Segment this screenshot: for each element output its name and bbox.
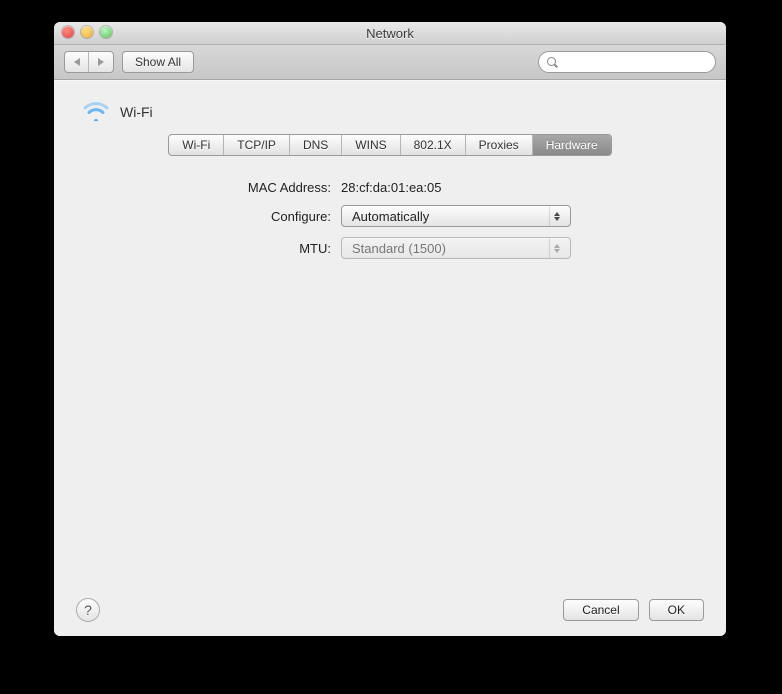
show-all-button[interactable]: Show All: [122, 51, 194, 73]
tab-wins[interactable]: WINS: [342, 135, 400, 155]
hardware-tabs: Wi-Fi TCP/IP DNS WINS 802.1X Proxies Har…: [168, 134, 611, 156]
tab-hardware[interactable]: Hardware: [533, 135, 611, 155]
mac-address-label: MAC Address:: [76, 180, 331, 195]
search-field[interactable]: [538, 51, 716, 73]
connection-header: Wi-Fi: [76, 99, 704, 124]
chevron-right-icon: [98, 58, 104, 66]
window-title: Network: [366, 26, 414, 41]
zoom-window-button[interactable]: [100, 26, 112, 38]
mtu-popup: Standard (1500): [341, 237, 571, 259]
help-button[interactable]: ?: [76, 598, 100, 622]
cancel-button[interactable]: Cancel: [563, 599, 638, 621]
configure-popup[interactable]: Automatically: [341, 205, 571, 227]
network-preferences-window: Network Show All Wi-Fi: [54, 22, 726, 636]
titlebar: Network: [54, 22, 726, 45]
tab-tcpip[interactable]: TCP/IP: [224, 135, 290, 155]
toolbar: Show All: [54, 45, 726, 80]
ok-button[interactable]: OK: [649, 599, 704, 621]
search-input[interactable]: [552, 54, 711, 70]
nav-back-button[interactable]: [65, 52, 89, 72]
tab-8021x[interactable]: 802.1X: [401, 135, 466, 155]
mac-address-value: 28:cf:da:01:ea:05: [341, 180, 571, 195]
tab-wifi[interactable]: Wi-Fi: [169, 135, 224, 155]
nav-segment: [64, 51, 114, 73]
sheet-footer: ? Cancel OK: [76, 590, 704, 622]
wifi-icon: [82, 99, 110, 124]
configure-value: Automatically: [352, 209, 543, 224]
mtu-value: Standard (1500): [352, 241, 543, 256]
mtu-label: MTU:: [76, 241, 331, 256]
connection-name: Wi-Fi: [120, 104, 153, 120]
updown-arrows-icon: [549, 206, 564, 226]
updown-arrows-icon: [549, 238, 564, 258]
window-controls: [62, 26, 112, 38]
help-icon: ?: [84, 602, 92, 618]
sheet-panel: Wi-Fi Wi-Fi TCP/IP DNS WINS 802.1X Proxi…: [54, 80, 726, 636]
chevron-left-icon: [74, 58, 80, 66]
tab-proxies[interactable]: Proxies: [466, 135, 533, 155]
tab-dns[interactable]: DNS: [290, 135, 342, 155]
nav-forward-button[interactable]: [89, 52, 113, 72]
minimize-window-button[interactable]: [81, 26, 93, 38]
configure-label: Configure:: [76, 209, 331, 224]
show-all-label: Show All: [135, 55, 181, 69]
close-window-button[interactable]: [62, 26, 74, 38]
hardware-tab-content: MAC Address: 28:cf:da:01:ea:05 Configure…: [76, 156, 704, 590]
